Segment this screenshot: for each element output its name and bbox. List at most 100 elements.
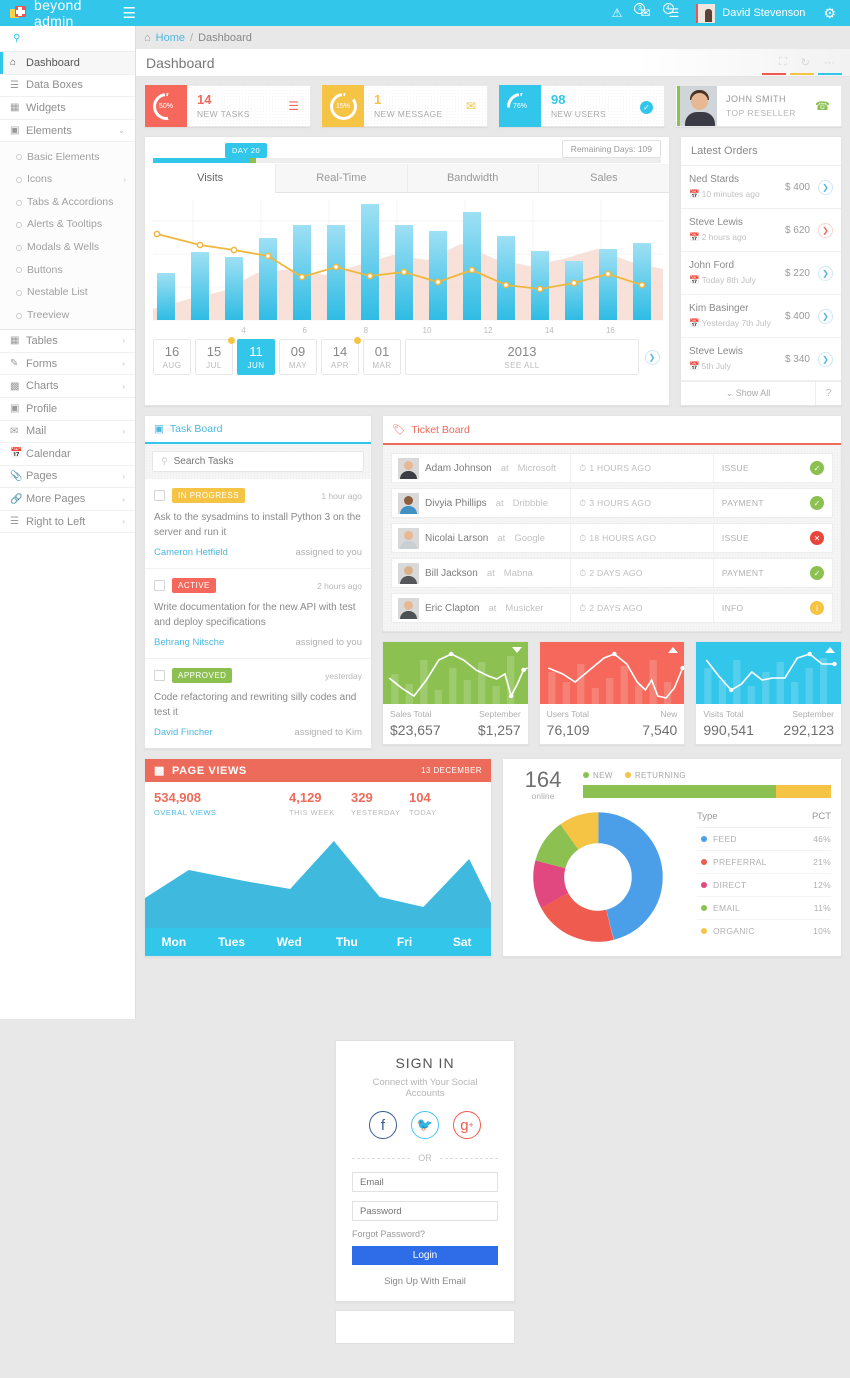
chevron-right-icon[interactable]: ❯ (818, 351, 833, 367)
stat-box-new-users[interactable]: 76% 98 NEW USERS ✓ (498, 85, 665, 127)
login-button[interactable]: Login (352, 1246, 498, 1265)
show-all-button[interactable]: ⌄ Show All (681, 382, 815, 405)
sidebar-item-calendar[interactable]: 📅 Calendar (0, 443, 135, 466)
chevron-right-icon[interactable]: ❯ (818, 308, 833, 324)
progress-track[interactable] (153, 158, 661, 163)
ticket-row[interactable]: Nicolai Larson at Google ⏱ 18 HOURS AGO I… (391, 523, 833, 553)
date-see-all[interactable]: 2013 SEE ALL (405, 339, 639, 375)
sidebar-subitem-treeview[interactable]: Treeview (0, 303, 135, 327)
progress-knob[interactable] (249, 158, 256, 163)
order-row[interactable]: Steve Lewis 📅 2 hours ago $ 620 ❯ (681, 209, 841, 252)
date-cell-mar[interactable]: 01 MAR (363, 339, 401, 375)
chevron-right-icon[interactable]: ❯ (818, 265, 833, 281)
top-reseller-box[interactable]: JOHN SMITH TOP RESELLER ☎ (675, 85, 842, 127)
chevron-right-icon[interactable]: ❯ (644, 349, 660, 365)
ticket-status[interactable]: ✓ (802, 496, 832, 510)
sidebar-item-tables[interactable]: ▦ Tables › (0, 330, 135, 353)
sidebar-subitem-basic-elements[interactable]: Basic Elements (0, 145, 135, 168)
ticket-status[interactable]: ✕ (802, 531, 832, 545)
sidebar-item-profile[interactable]: ▣ Profile (0, 398, 135, 421)
mini-footer: Visits Total September 990,541 292,123 (696, 704, 841, 744)
task-user[interactable]: Cameron Hetfield (154, 547, 228, 558)
task-user[interactable]: David Fincher (154, 727, 213, 738)
tab-bandwidth[interactable]: Bandwidth (406, 164, 538, 192)
mini-card-users[interactable]: Users Total New 76,109 7,540 (538, 641, 686, 745)
ticket-row[interactable]: Adam Johnson at Microsoft ⏱ 1 HOURS AGO I… (391, 453, 833, 483)
date-next[interactable]: ❯ (643, 339, 661, 375)
sidebar-item-mail[interactable]: ✉ Mail › (0, 421, 135, 444)
email-field[interactable] (352, 1172, 498, 1192)
ticket-status[interactable]: ✓ (802, 566, 832, 580)
sidebar-item-data-boxes[interactable]: ☰ Data Boxes (0, 75, 135, 98)
ticket-status[interactable]: i (802, 601, 832, 615)
sidebar-subitem-nestable-list[interactable]: Nestable List (0, 280, 135, 304)
search-input[interactable] (26, 32, 117, 45)
chevron-right-icon[interactable]: ❯ (818, 222, 833, 238)
password-field[interactable] (352, 1201, 498, 1221)
task-item[interactable]: IN PROGRESS 1 hour ago Ask to the sysadm… (145, 479, 371, 569)
messages-icon[interactable]: ✉ 3 (631, 3, 659, 19)
task-item[interactable]: APPROVED yesterday Code refactoring and … (145, 659, 371, 748)
expand-icon[interactable]: ⛶ (772, 56, 794, 69)
hamburger-icon[interactable]: ☰ (123, 6, 136, 21)
phone-icon[interactable]: ☎ (815, 99, 841, 113)
tasks-icon[interactable]: ☰ 4 (660, 3, 689, 19)
brand[interactable]: beyond admin ☰ (0, 0, 136, 29)
stat-box-new-message[interactable]: 15% 1 NEW MESSAGE ✉ (321, 85, 488, 127)
ticket-row[interactable]: Eric Clapton at Musicker ⏱ 2 DAYS AGO INF… (391, 593, 833, 623)
forgot-password-link[interactable]: Forgot Password? (352, 1229, 498, 1239)
sidebar-item-elements[interactable]: ▣ Elements ⌄ (0, 120, 135, 143)
order-row[interactable]: John Ford 📅 Today 8th July $ 220 ❯ (681, 252, 841, 295)
date-cell-jul[interactable]: 15 JUL (195, 337, 235, 375)
ticket-row[interactable]: Bill Jackson at Mabna ⏱ 2 DAYS AGO PAYMEN… (391, 558, 833, 588)
stat-box-new-tasks[interactable]: 50% 14 NEW TASKS ☰ (144, 85, 311, 127)
sidebar-subitem-buttons[interactable]: Buttons (0, 258, 135, 281)
facebook-icon[interactable]: f (369, 1111, 397, 1139)
warning-icon[interactable]: ⚠ (603, 7, 632, 19)
help-button[interactable]: ? (815, 382, 841, 405)
user-menu[interactable]: David Stevenson (688, 3, 813, 23)
gear-icon[interactable]: ⚙ (813, 6, 842, 20)
google-plus-icon[interactable]: g + (453, 1111, 481, 1139)
ticket-status[interactable]: ✓ (802, 461, 832, 475)
task-checkbox[interactable] (154, 580, 165, 591)
sidebar-item-more-pages[interactable]: 🔗 More Pages › (0, 488, 135, 511)
task-item[interactable]: ACTIVE 2 hours ago Write documentation f… (145, 569, 371, 659)
date-cell-aug[interactable]: 16 AUG (153, 339, 191, 375)
date-cell-apr[interactable]: 14 APR (321, 337, 361, 375)
twitter-icon[interactable]: 🐦 (411, 1111, 439, 1139)
traffic-table-header: Type PCT (697, 811, 831, 828)
sidebar-item-dashboard[interactable]: ⌂ Dashboard (0, 52, 135, 75)
sidebar-item-forms[interactable]: ✎ Forms › (0, 353, 135, 376)
breadcrumb-home[interactable]: Home (156, 32, 185, 44)
ellipsis-icon[interactable]: ⋯ (817, 56, 842, 69)
chevron-right-icon[interactable]: ❯ (818, 179, 833, 195)
sidebar-item-charts[interactable]: ▩ Charts › (0, 375, 135, 398)
task-user[interactable]: Behrang Nitsche (154, 637, 224, 648)
tab-visits[interactable]: Visits (145, 164, 276, 193)
mini-card-sales[interactable]: Sales Total September $23,657 $1,257 (382, 641, 529, 745)
sidebar-subitem-alerts-tooltips[interactable]: Alerts & Tooltips (0, 213, 135, 236)
tab-real-time[interactable]: Real-Time (275, 164, 407, 192)
refresh-icon[interactable]: ↻ (794, 56, 817, 69)
task-checkbox[interactable] (154, 490, 165, 501)
ticket-row[interactable]: Divyia Phillips at Dribbble ⏱ 3 HOURS AGO… (391, 488, 833, 518)
sidebar-subitem-tabs-accordions[interactable]: Tabs & Accordions (0, 190, 135, 214)
sidebar-subitem-icons[interactable]: Icons › (0, 167, 135, 191)
sidebar-item-right-to-left[interactable]: ☰ Right to Left › (0, 511, 135, 534)
mini-card-visits[interactable]: Visits Total September 990,541 292,123 (695, 641, 843, 745)
task-checkbox[interactable] (154, 670, 165, 681)
search-tasks-input[interactable] (173, 456, 355, 467)
order-row[interactable]: Steve Lewis 📅 5th July $ 340 ❯ (681, 338, 841, 381)
date-cell-jun[interactable]: 11 JUN (237, 339, 275, 375)
sidebar-item-widgets[interactable]: ▦ Widgets (0, 97, 135, 120)
tab-sales[interactable]: Sales (537, 164, 669, 192)
signup-link[interactable]: Sign Up With Email (352, 1276, 498, 1287)
sidebar-item-pages[interactable]: 📎 Pages › (0, 466, 135, 489)
order-row[interactable]: Kim Basinger 📅 Yesterday 7th July $ 400 ❯ (681, 295, 841, 338)
order-row[interactable]: Ned Stards 📅 10 minutes ago $ 400 ❯ (681, 166, 841, 209)
sidebar-subitem-modals-wells[interactable]: Modals & Wells (0, 235, 135, 259)
sidebar-search[interactable]: ⚲ (0, 26, 135, 52)
task-search[interactable]: ⚲ (152, 451, 364, 472)
date-cell-may[interactable]: 09 MAY (279, 339, 317, 375)
